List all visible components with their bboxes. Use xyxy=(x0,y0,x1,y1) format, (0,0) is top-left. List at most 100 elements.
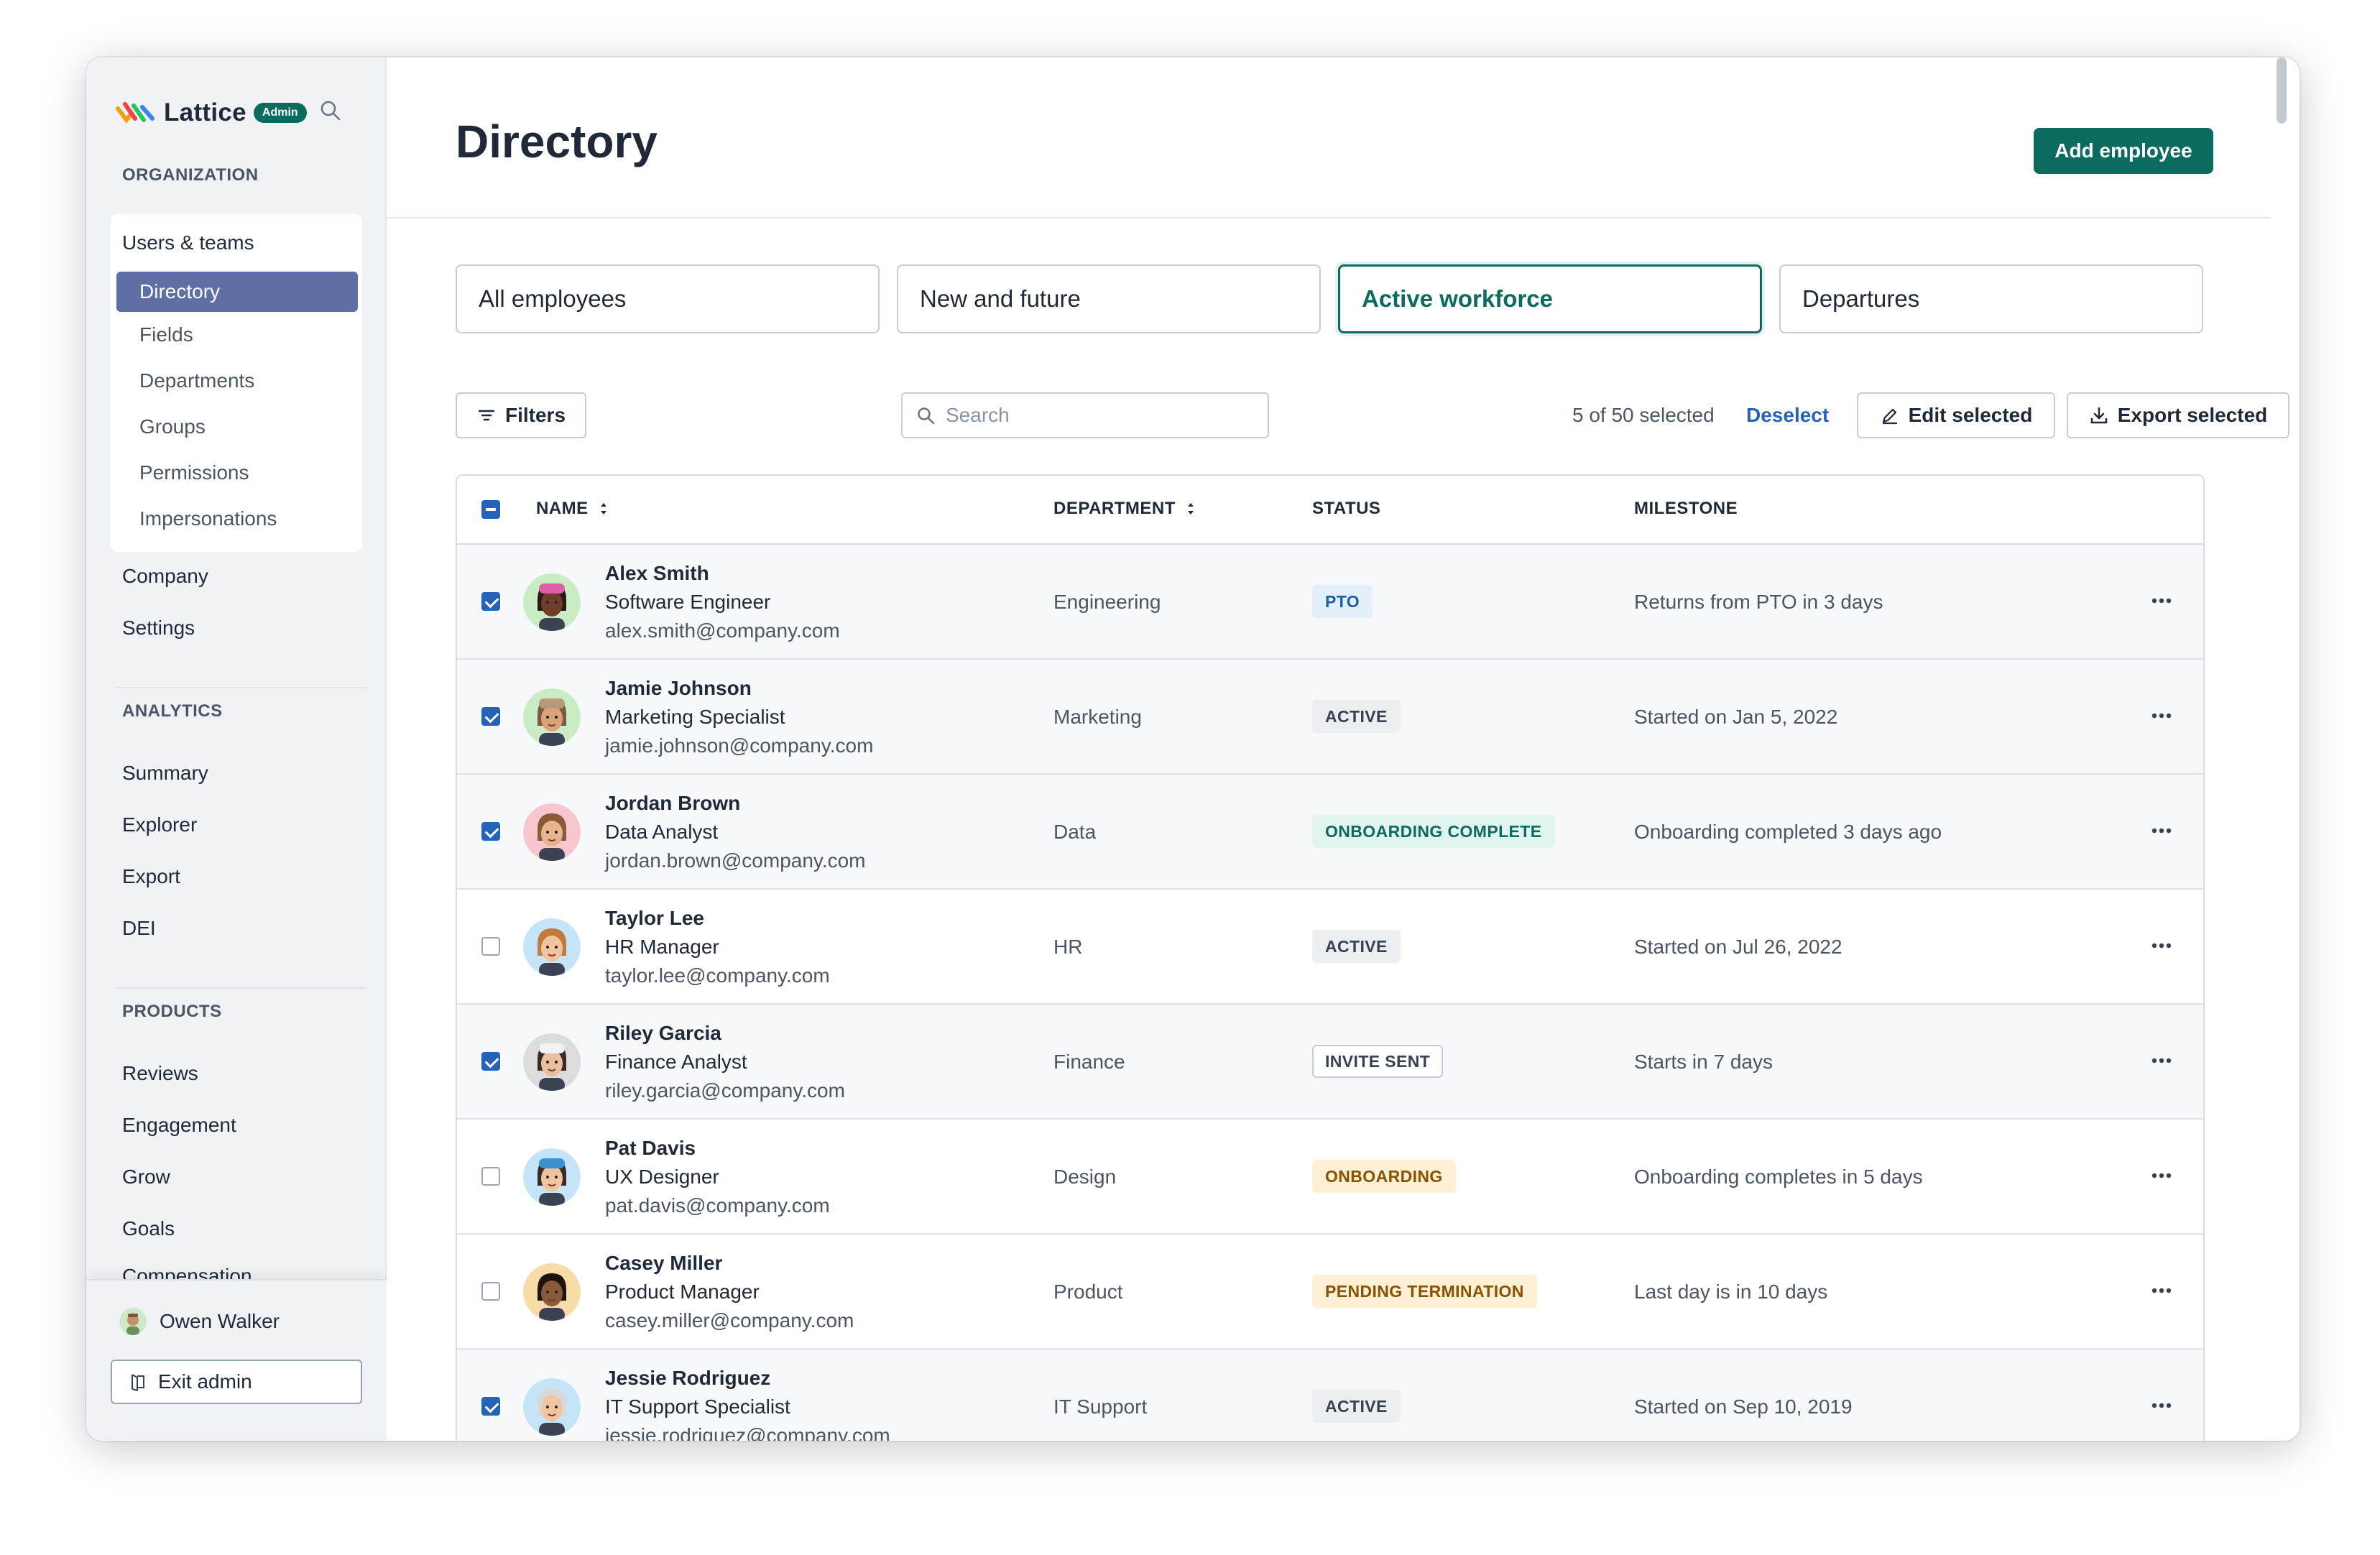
sidebar-item-groups[interactable]: Groups xyxy=(139,415,206,438)
sidebar-item-settings[interactable]: Settings xyxy=(122,617,195,640)
sidebar-item-users-teams[interactable]: Users & teams xyxy=(122,231,254,254)
row-checkbox[interactable] xyxy=(481,1167,500,1186)
row-checkbox[interactable] xyxy=(481,822,500,841)
more-options-icon[interactable] xyxy=(2147,707,2176,724)
tab-active-workforce[interactable]: Active workforce xyxy=(1338,264,1762,333)
employee-name[interactable]: Jamie Johnson xyxy=(605,677,752,700)
sidebar-item-grow[interactable]: Grow xyxy=(122,1166,170,1189)
employee-title: UX Designer xyxy=(605,1166,719,1188)
avatar xyxy=(523,918,581,976)
employee-name[interactable]: Riley Garcia xyxy=(605,1022,721,1045)
sidebar-item-compensation[interactable]: Compensation xyxy=(122,1265,252,1279)
exit-admin-button[interactable]: Exit admin xyxy=(111,1360,362,1404)
exit-icon xyxy=(132,1374,144,1391)
sidebar-item-fields[interactable]: Fields xyxy=(139,323,193,346)
edit-selected-button[interactable]: Edit selected xyxy=(1857,392,2055,438)
employee-name[interactable]: Jessie Rodriguez xyxy=(605,1367,770,1390)
more-options-icon[interactable] xyxy=(2147,937,2176,954)
search-icon[interactable] xyxy=(318,98,343,124)
more-options-icon[interactable] xyxy=(2147,1282,2176,1299)
sidebar-item-departments[interactable]: Departments xyxy=(139,369,254,392)
employee-department: Design xyxy=(1053,1166,1117,1188)
table-row[interactable]: Alex Smith Software Engineer alex.smith@… xyxy=(457,545,2203,660)
section-label-analytics: ANALYTICS xyxy=(122,701,223,721)
row-checkbox[interactable] xyxy=(481,937,500,956)
employee-name[interactable]: Jordan Brown xyxy=(605,792,740,815)
table-row[interactable]: Pat Davis UX Designer pat.davis@company.… xyxy=(457,1120,2203,1235)
table-row[interactable]: Casey Miller Product Manager casey.mille… xyxy=(457,1235,2203,1349)
row-checkbox[interactable] xyxy=(481,592,500,611)
employee-title: HR Manager xyxy=(605,936,719,958)
tab-new-and-future[interactable]: New and future xyxy=(897,264,1321,333)
column-header-name[interactable]: NAME xyxy=(536,499,609,519)
employee-department: Finance xyxy=(1053,1051,1125,1073)
sidebar-item-impersonations[interactable]: Impersonations xyxy=(139,507,277,530)
sidebar-item-explorer[interactable]: Explorer xyxy=(122,813,197,836)
employee-department: Engineering xyxy=(1053,591,1161,613)
search-input[interactable] xyxy=(946,404,1247,427)
table-row[interactable]: Taylor Lee HR Manager taylor.lee@company… xyxy=(457,890,2203,1005)
sidebar-item-goals[interactable]: Goals xyxy=(122,1217,175,1240)
avatar xyxy=(523,1033,581,1091)
row-checkbox[interactable] xyxy=(481,1052,500,1071)
download-icon xyxy=(2090,407,2107,424)
sidebar-item-directory-label[interactable]: Directory xyxy=(139,280,220,303)
tab-departures[interactable]: Departures xyxy=(1779,264,2203,333)
sidebar-item-engagement[interactable]: Engagement xyxy=(122,1114,236,1137)
avatar xyxy=(523,1263,581,1321)
app-window: Lattice Admin ORGANIZATION Users & teams… xyxy=(86,57,2300,1441)
deselect-link[interactable]: Deselect xyxy=(1746,404,1829,427)
status-badge: ONBOARDING xyxy=(1312,1160,1456,1193)
employee-department: HR xyxy=(1053,936,1083,958)
logo[interactable]: Lattice Admin xyxy=(115,95,307,131)
row-checkbox[interactable] xyxy=(481,1397,500,1416)
select-all-checkbox[interactable] xyxy=(481,500,500,519)
sidebar-item-reviews[interactable]: Reviews xyxy=(122,1062,198,1085)
app-name: Lattice xyxy=(164,98,246,126)
sidebar-item-summary[interactable]: Summary xyxy=(122,762,208,785)
employee-title: Software Engineer xyxy=(605,591,771,613)
more-options-icon[interactable] xyxy=(2147,1167,2176,1184)
user-name: Owen Walker xyxy=(160,1310,280,1332)
employee-name[interactable]: Taylor Lee xyxy=(605,907,704,930)
employee-email: casey.miller@company.com xyxy=(605,1309,854,1332)
section-label-organization: ORGANIZATION xyxy=(122,165,259,185)
employee-milestone: Started on Jul 26, 2022 xyxy=(1634,936,1842,958)
sidebar-item-permissions[interactable]: Permissions xyxy=(139,461,249,484)
row-checkbox[interactable] xyxy=(481,707,500,726)
avatar xyxy=(523,1378,581,1436)
employee-title: Data Analyst xyxy=(605,821,719,843)
avatar xyxy=(523,573,581,631)
sort-icon xyxy=(1187,503,1194,515)
filters-button[interactable]: Filters xyxy=(456,392,586,438)
row-checkbox[interactable] xyxy=(481,1282,500,1301)
status-badge: ACTIVE xyxy=(1312,930,1401,963)
admin-badge: Admin xyxy=(253,103,307,123)
sidebar-item-export[interactable]: Export xyxy=(122,865,180,888)
employee-name[interactable]: Pat Davis xyxy=(605,1137,696,1160)
employee-email: jessie.rodriguez@company.com xyxy=(605,1424,890,1441)
current-user[interactable]: Owen Walker xyxy=(119,1308,280,1335)
employee-department: Marketing xyxy=(1053,706,1142,728)
employee-name[interactable]: Alex Smith xyxy=(605,562,709,585)
sidebar-item-company[interactable]: Company xyxy=(122,565,208,588)
export-selected-button[interactable]: Export selected xyxy=(2067,392,2289,438)
table-row[interactable]: Jordan Brown Data Analyst jordan.brown@c… xyxy=(457,775,2203,890)
column-header-milestone: MILESTONE xyxy=(1634,499,1738,518)
scrollbar-thumb[interactable] xyxy=(2277,57,2287,124)
more-options-icon[interactable] xyxy=(2147,1397,2176,1414)
table-row[interactable]: Riley Garcia Finance Analyst riley.garci… xyxy=(457,1005,2203,1120)
more-options-icon[interactable] xyxy=(2147,592,2176,609)
tab-all-employees[interactable]: All employees xyxy=(456,264,880,333)
table-row[interactable]: Jamie Johnson Marketing Specialist jamie… xyxy=(457,660,2203,775)
table-row[interactable]: Jessie Rodriguez IT Support Specialist j… xyxy=(457,1349,2203,1441)
employee-name[interactable]: Casey Miller xyxy=(605,1252,722,1275)
add-employee-button[interactable]: Add employee xyxy=(2034,128,2213,174)
employee-email: jordan.brown@company.com xyxy=(605,849,866,872)
column-header-department[interactable]: DEPARTMENT xyxy=(1053,499,1196,519)
more-options-icon[interactable] xyxy=(2147,1052,2176,1069)
search-field[interactable] xyxy=(901,392,1269,438)
sidebar-divider xyxy=(115,687,366,688)
more-options-icon[interactable] xyxy=(2147,822,2176,839)
sidebar-item-dei[interactable]: DEI xyxy=(122,917,156,940)
